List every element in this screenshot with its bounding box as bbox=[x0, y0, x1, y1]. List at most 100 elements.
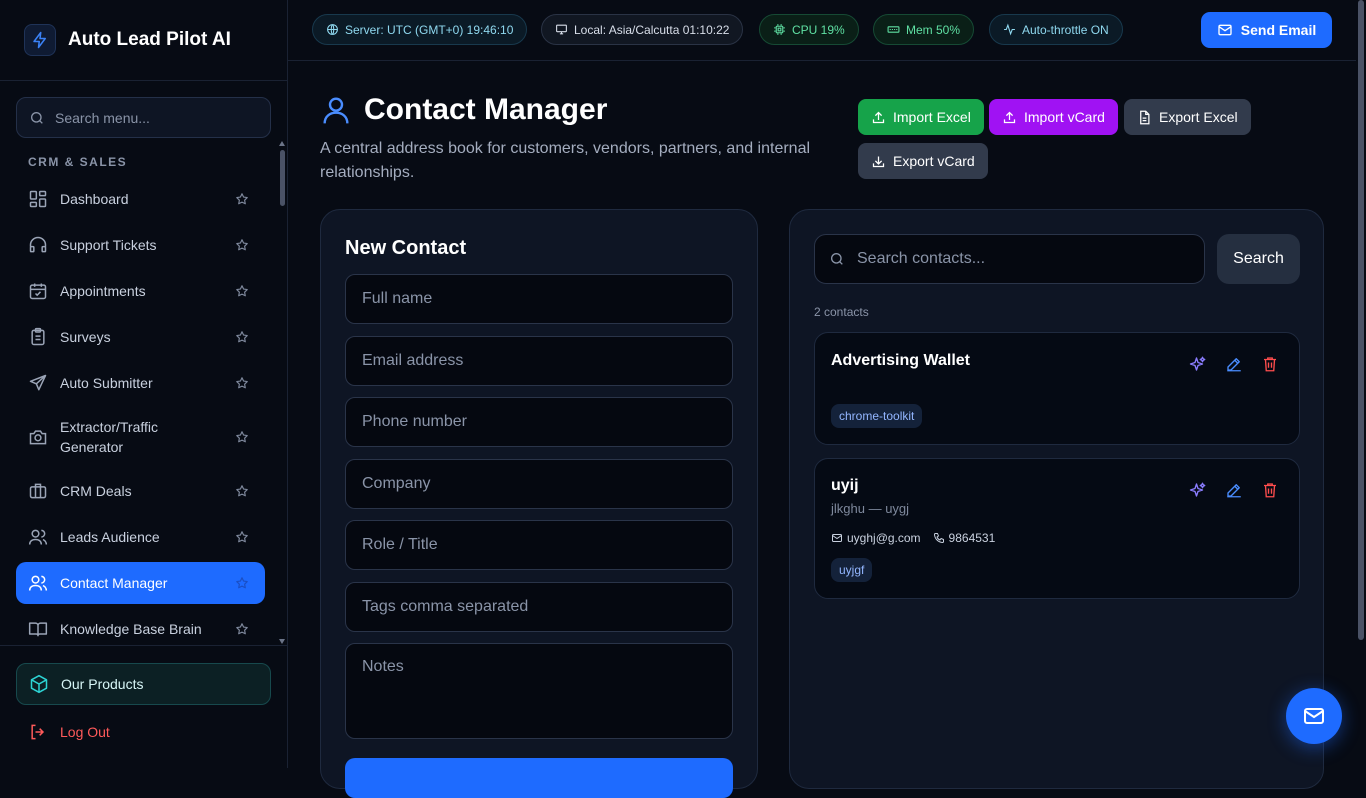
mail-icon bbox=[831, 532, 847, 544]
import-vcard-label: Import vCard bbox=[1024, 109, 1105, 125]
sidebar-item-appointments[interactable]: Appointments bbox=[16, 268, 265, 314]
sidebar-item-support-tickets[interactable]: Support Tickets bbox=[16, 222, 265, 268]
server-time-chip: Server: UTC (GMT+0) 19:46:10 bbox=[312, 14, 528, 45]
send-email-button[interactable]: Send Email bbox=[1201, 12, 1332, 48]
lightning-icon bbox=[24, 24, 56, 56]
tags-field[interactable] bbox=[345, 582, 733, 632]
sidebar: Auto Lead Pilot AI CRM & SALES Dashboard… bbox=[0, 0, 288, 768]
page-scrollbar[interactable] bbox=[1358, 0, 1364, 640]
users-icon bbox=[28, 527, 48, 547]
contact-search-input[interactable] bbox=[857, 250, 1187, 268]
new-contact-title: New Contact bbox=[345, 237, 467, 259]
sparkles-icon[interactable] bbox=[1189, 355, 1207, 373]
contact-list-card: Search 2 contacts Advertising Wallet chr… bbox=[789, 209, 1324, 789]
cpu-chip: CPU 19% bbox=[759, 14, 859, 45]
phone-field[interactable] bbox=[345, 397, 733, 447]
sidebar-item-auto-submitter[interactable]: Auto Submitter bbox=[16, 360, 265, 406]
page-subtitle: A central address book for customers, ve… bbox=[320, 140, 811, 181]
brand: Auto Lead Pilot AI bbox=[0, 0, 287, 81]
star-icon[interactable] bbox=[235, 622, 249, 636]
logout-button[interactable]: Log Out bbox=[28, 722, 110, 742]
star-icon[interactable] bbox=[235, 330, 249, 344]
edit-icon[interactable] bbox=[1225, 355, 1243, 373]
role-field[interactable] bbox=[345, 520, 733, 570]
monitor-icon bbox=[555, 23, 574, 36]
user-icon bbox=[320, 94, 352, 126]
star-icon[interactable] bbox=[235, 284, 249, 298]
contact-count: 2 contacts bbox=[814, 305, 869, 319]
send-icon bbox=[28, 373, 48, 393]
email-field[interactable] bbox=[345, 336, 733, 386]
star-icon[interactable] bbox=[235, 484, 249, 498]
sidebar-scroll-thumb[interactable] bbox=[280, 150, 285, 206]
auto-throttle-chip[interactable]: Auto-throttle ON bbox=[989, 14, 1123, 45]
sidebar-item-label: Leads Audience bbox=[60, 529, 160, 545]
star-icon[interactable] bbox=[235, 530, 249, 544]
contact-email[interactable]: uyghj@g.com bbox=[831, 531, 921, 545]
briefcase-icon bbox=[28, 481, 48, 501]
sidebar-item-label: Auto Submitter bbox=[60, 375, 153, 391]
topbar: Server: UTC (GMT+0) 19:46:10 Local: Asia… bbox=[288, 0, 1356, 61]
headset-icon bbox=[28, 235, 48, 255]
search-button[interactable]: Search bbox=[1217, 234, 1300, 284]
full-name-field[interactable] bbox=[345, 274, 733, 324]
import-vcard-button[interactable]: Import vCard bbox=[989, 99, 1118, 135]
sidebar-item-label: Extractor/Traffic Generator bbox=[60, 419, 159, 455]
sidebar-item-dashboard[interactable]: Dashboard bbox=[16, 176, 265, 222]
box-icon bbox=[29, 674, 49, 694]
star-icon[interactable] bbox=[235, 192, 249, 206]
sidebar-footer: Our Products Log Out bbox=[0, 645, 288, 768]
star-icon[interactable] bbox=[235, 576, 249, 590]
sidebar-item-label: Contact Manager bbox=[60, 575, 168, 591]
sidebar-scrollbar[interactable] bbox=[278, 140, 286, 645]
our-products-button[interactable]: Our Products bbox=[16, 663, 271, 705]
globe-icon bbox=[326, 23, 345, 36]
calendar-check-icon bbox=[28, 281, 48, 301]
mail-icon bbox=[1302, 704, 1326, 728]
contact-tag: uyjgf bbox=[831, 558, 873, 582]
contact-tag: chrome-toolkit bbox=[831, 404, 923, 428]
contact-card[interactable]: uyij jlkghu — uygj uyghj@g.com 9864531 u… bbox=[814, 458, 1300, 599]
export-excel-label: Export Excel bbox=[1159, 109, 1238, 125]
cpu-label: CPU 19% bbox=[792, 22, 845, 37]
sidebar-item-contact-manager[interactable]: Contact Manager bbox=[16, 562, 265, 604]
company-field[interactable] bbox=[345, 459, 733, 509]
phone-icon bbox=[933, 532, 949, 544]
memory-chip: Mem 50% bbox=[873, 14, 975, 45]
sidebar-nav: Dashboard Support Tickets Appointments S… bbox=[16, 176, 265, 652]
import-excel-button[interactable]: Import Excel bbox=[858, 99, 984, 135]
trash-icon[interactable] bbox=[1261, 481, 1279, 499]
sidebar-item-label: Appointments bbox=[60, 283, 146, 299]
sidebar-item-surveys[interactable]: Surveys bbox=[16, 314, 265, 360]
sidebar-item-crm-deals[interactable]: CRM Deals bbox=[16, 468, 265, 514]
menu-search[interactable] bbox=[16, 97, 271, 138]
notes-field[interactable] bbox=[345, 643, 733, 739]
edit-icon[interactable] bbox=[1225, 481, 1243, 499]
star-icon[interactable] bbox=[235, 430, 249, 444]
contact-phone[interactable]: 9864531 bbox=[933, 531, 995, 545]
new-contact-card: New Contact bbox=[320, 209, 758, 798]
contact-actions bbox=[1189, 481, 1279, 499]
export-excel-button[interactable]: Export Excel bbox=[1124, 99, 1251, 135]
star-icon[interactable] bbox=[235, 376, 249, 390]
compose-mail-fab[interactable] bbox=[1286, 688, 1342, 744]
memory-label: Mem 50% bbox=[906, 22, 961, 37]
dashboard-icon bbox=[28, 189, 48, 209]
star-icon[interactable] bbox=[235, 238, 249, 252]
menu-search-input[interactable] bbox=[55, 109, 255, 126]
contact-company-role: jlkghu — uygj bbox=[831, 501, 910, 516]
page-title: Contact Manager bbox=[364, 93, 608, 126]
save-contact-button[interactable] bbox=[345, 758, 733, 798]
contact-email-value: uyghj@g.com bbox=[847, 531, 921, 545]
trash-icon[interactable] bbox=[1261, 355, 1279, 373]
export-vcard-button[interactable]: Export vCard bbox=[858, 143, 988, 179]
sidebar-item-extractor[interactable]: Extractor/Traffic Generator bbox=[16, 406, 265, 468]
contact-card[interactable]: Advertising Wallet chrome-toolkit bbox=[814, 332, 1300, 445]
sidebar-item-leads-audience[interactable]: Leads Audience bbox=[16, 514, 265, 560]
section-label: CRM & SALES bbox=[28, 155, 128, 169]
server-time-label: Server: UTC (GMT+0) 19:46:10 bbox=[345, 22, 514, 37]
contact-search[interactable] bbox=[814, 234, 1205, 284]
local-time-label: Local: Asia/Calcutta 01:10:22 bbox=[574, 22, 730, 37]
sparkles-icon[interactable] bbox=[1189, 481, 1207, 499]
memory-icon bbox=[887, 23, 906, 36]
